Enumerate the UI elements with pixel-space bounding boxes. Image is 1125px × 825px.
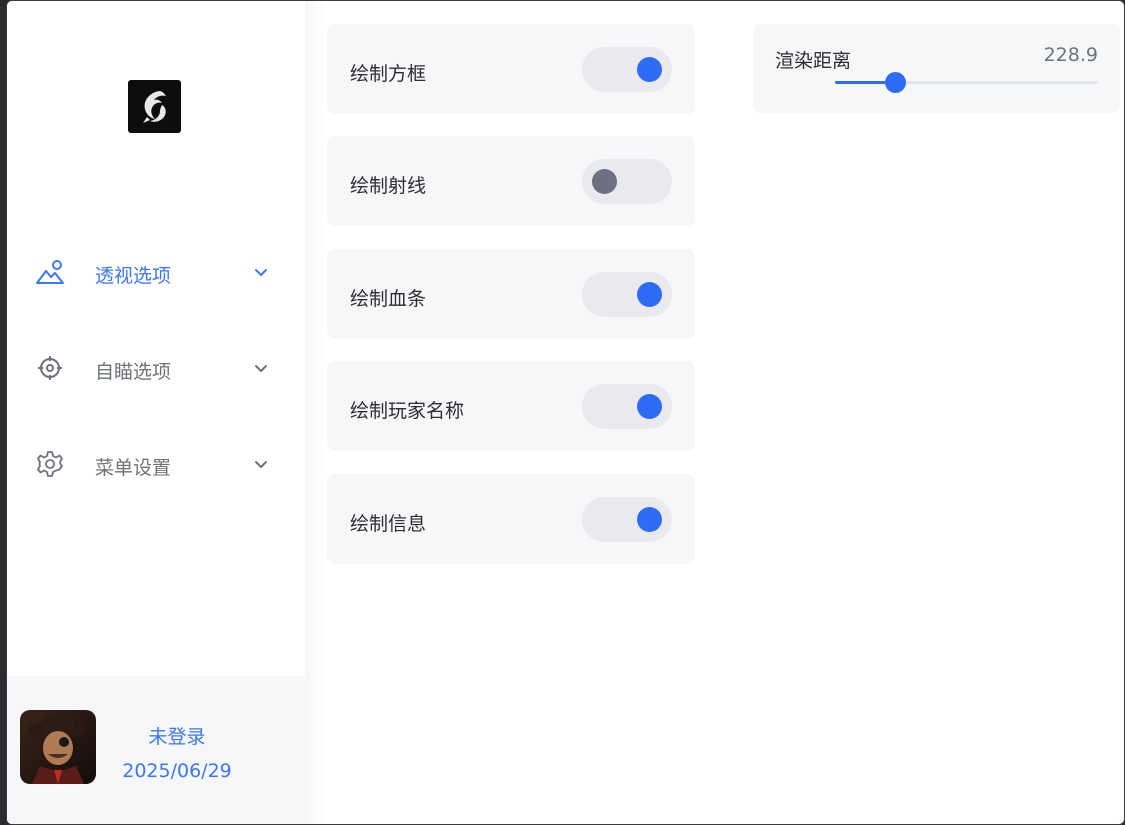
option-card-draw-health-bar: 绘制血条	[327, 249, 695, 339]
option-label: 绘制射线	[350, 175, 427, 197]
dragon-logo-icon	[142, 90, 166, 123]
login-status[interactable]: 未登录	[107, 722, 247, 749]
switch-knob	[637, 282, 662, 307]
option-label: 绘制信息	[350, 513, 427, 535]
chevron-down-icon	[255, 365, 267, 372]
nav-label: 透视选项	[95, 265, 172, 287]
option-label: 绘制玩家名称	[350, 400, 465, 422]
option-card-draw-box: 绘制方框	[327, 24, 695, 114]
gear-icon	[35, 450, 65, 478]
nav-item-menu-settings[interactable]: 菜单设置	[7, 439, 305, 489]
expiry-date: 2025/06/29	[122, 760, 232, 782]
sidebar: 透视选项 自瞄选项 菜单设置 未登录 2025/06/29	[7, 1, 305, 824]
render-distance-card: 渲染距离 228.9	[753, 24, 1120, 113]
chevron-down-icon	[255, 461, 267, 468]
switch-knob	[637, 507, 662, 532]
sidebar-divider	[305, 1, 327, 824]
draw-box-switch[interactable]	[582, 47, 672, 92]
user-panel: 未登录 2025/06/29	[7, 676, 305, 824]
nav-item-esp-options[interactable]: 透视选项	[7, 247, 305, 297]
nav-label: 菜单设置	[95, 457, 172, 479]
avatar[interactable]	[20, 710, 96, 784]
nav-label: 自瞄选项	[95, 361, 172, 383]
draw-health-bar-switch[interactable]	[582, 272, 672, 317]
render-distance-label: 渲染距离	[775, 50, 852, 72]
slider-thumb[interactable]	[885, 72, 907, 93]
option-label: 绘制方框	[350, 63, 427, 85]
crosshair-icon	[35, 354, 65, 382]
draw-info-switch[interactable]	[582, 497, 672, 542]
draw-ray-switch[interactable]	[582, 159, 672, 204]
switch-knob	[592, 169, 617, 194]
switch-knob	[637, 57, 662, 82]
nav-item-aimbot-options[interactable]: 自瞄选项	[7, 343, 305, 393]
landscape-icon	[35, 258, 65, 286]
option-card-draw-player-name: 绘制玩家名称	[327, 361, 695, 451]
app-window: 透视选项 自瞄选项 菜单设置 未登录 2025/06/29 绘制方框 绘制射线 …	[6, 0, 1125, 825]
chevron-down-icon	[255, 269, 267, 276]
option-card-draw-ray: 绘制射线	[327, 136, 695, 226]
option-card-draw-info: 绘制信息	[327, 474, 695, 564]
switch-knob	[637, 394, 662, 419]
option-label: 绘制血条	[350, 288, 427, 310]
render-distance-slider[interactable]	[835, 72, 1098, 93]
app-logo	[128, 80, 181, 133]
render-distance-value: 228.9	[1043, 44, 1098, 66]
draw-player-name-switch[interactable]	[582, 384, 672, 429]
